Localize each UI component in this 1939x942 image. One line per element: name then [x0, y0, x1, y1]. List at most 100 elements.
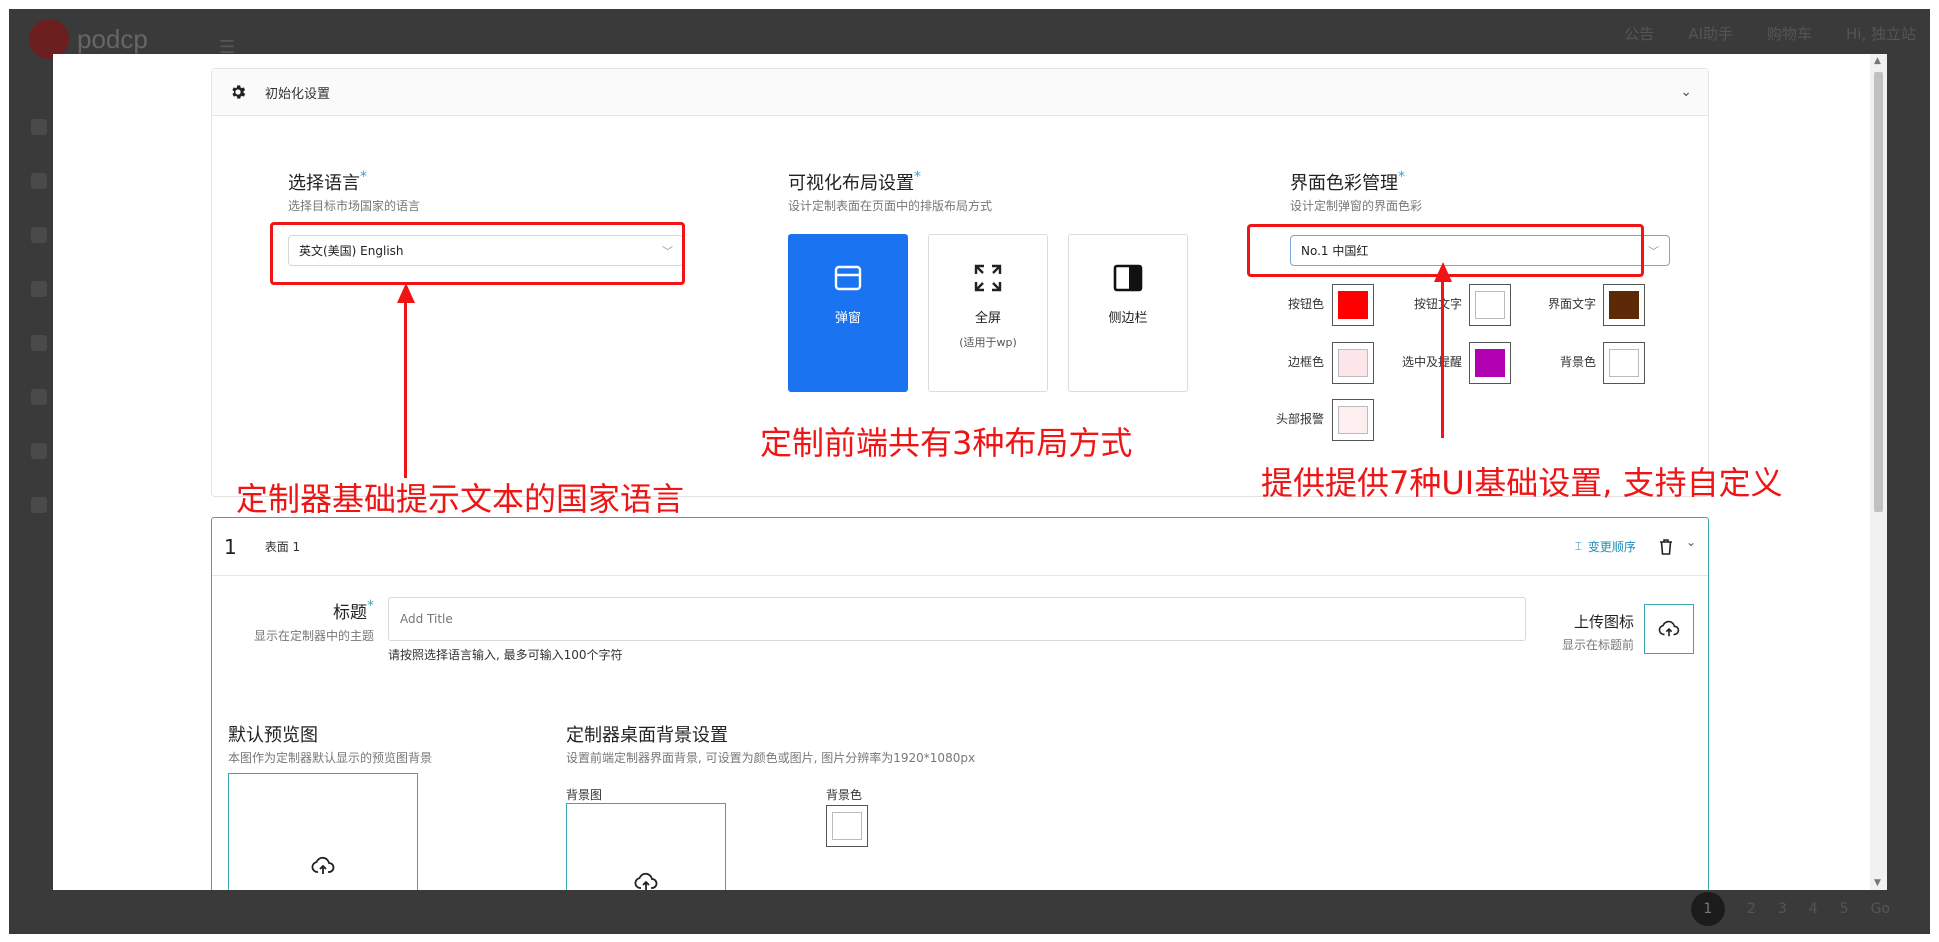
layout-option-fullscreen[interactable]: 全屏 (适用于wp)	[928, 234, 1048, 392]
reorder-button[interactable]: ⌶ 变更顺序	[1575, 538, 1636, 555]
window-icon	[834, 263, 862, 293]
layout-option-label: 侧边栏	[1108, 311, 1148, 326]
scroll-up-icon[interactable]: ▲	[1874, 56, 1881, 66]
page-5: 5	[1839, 901, 1849, 917]
page-2: 2	[1746, 901, 1756, 917]
language-title: 选择语言*	[288, 169, 367, 195]
color-label: 界面文字	[1547, 297, 1596, 311]
chevron-down-icon[interactable]: ⌄	[1680, 84, 1692, 100]
title-field-label: 标题* 显示在定制器中的主题	[224, 598, 374, 644]
border-color-swatch[interactable]	[1332, 342, 1374, 384]
layout-title: 可视化布局设置*	[788, 169, 921, 195]
interface-text-color-swatch[interactable]	[1603, 284, 1645, 326]
surface-header: 1 表面 1 ⌶ 变更顺序 ⌄	[212, 518, 1708, 576]
chevron-down-icon: ﹀	[1648, 244, 1659, 258]
swatch-fill	[1609, 349, 1639, 377]
title-input[interactable]	[388, 597, 1526, 641]
annotation-arrow-line	[404, 300, 407, 478]
annotation-arrow-line	[1441, 278, 1444, 438]
logo-text: podcp	[77, 23, 148, 54]
language-subtitle: 选择目标市场国家的语言	[288, 199, 421, 213]
sidebar-icon	[31, 281, 47, 297]
title-label-text: 标题	[333, 603, 367, 623]
reorder-icon: ⌶	[1574, 539, 1582, 553]
bg-color-swatch[interactable]	[826, 805, 868, 847]
reorder-label: 变更顺序	[1587, 540, 1636, 554]
upload-icon-sub: 显示在标题前	[1561, 638, 1634, 652]
topnav-ai-assistant: AI助手	[1688, 25, 1733, 43]
color-label: 背景色	[1559, 355, 1596, 369]
topnav-cart: 购物车	[1767, 25, 1813, 43]
color-subtitle: 设计定制弹窗的界面色彩	[1290, 199, 1423, 213]
sidebar-icon	[31, 497, 47, 513]
sidebar-icon	[31, 119, 47, 135]
layout-title-text: 可视化布局设置	[788, 173, 914, 194]
sidebar-icon	[31, 335, 47, 351]
cloud-upload-icon	[1658, 620, 1680, 637]
required-mark: *	[914, 169, 921, 185]
selected-color-swatch[interactable]	[1469, 342, 1511, 384]
scroll-down-icon[interactable]: ▼	[1874, 878, 1881, 888]
upload-icon-button[interactable]	[1644, 604, 1694, 654]
layout-option-popup[interactable]: 弹窗	[788, 234, 908, 392]
gear-icon	[228, 82, 248, 102]
background-color-swatch[interactable]	[1603, 342, 1645, 384]
button-text-color-swatch[interactable]	[1469, 284, 1511, 326]
surface-number: 1	[224, 534, 237, 559]
color-label: 头部报警	[1275, 412, 1324, 426]
default-preview-sub: 本图作为定制器默认显示的预览图背景	[228, 751, 433, 765]
color-title-text: 界面色彩管理	[1290, 173, 1398, 194]
color-title: 界面色彩管理*	[1290, 169, 1405, 195]
desktop-bg-title: 定制器桌面背景设置	[566, 725, 728, 746]
bg-pagination: 1 2 3 4 5 Go	[1690, 892, 1890, 926]
color-label: 按钮色	[1287, 297, 1324, 311]
upload-icon-label: 上传图标 显示在标题前	[1542, 611, 1634, 653]
desktop-bg-sub: 设置前端定制器界面背景, 可设置为颜色或图片, 图片分辨率为1920*1080p…	[566, 751, 976, 765]
bg-image-upload[interactable]	[566, 803, 726, 890]
upload-icon-title: 上传图标	[1573, 613, 1634, 631]
layout-option-sidebar[interactable]: 侧边栏	[1068, 234, 1188, 392]
annotation-box-language	[270, 222, 685, 285]
swatch-fill	[1475, 349, 1505, 377]
cloud-upload-icon	[311, 856, 335, 874]
topnav-announcement: 公告	[1624, 25, 1655, 43]
default-preview-upload[interactable]	[228, 773, 418, 890]
cloud-upload-icon	[634, 872, 658, 890]
sidebar-icon	[31, 227, 47, 243]
page-4: 4	[1808, 901, 1818, 917]
title-hint: 请按照选择语言输入, 最多可输入100个字符	[388, 648, 623, 662]
fullscreen-icon	[973, 263, 1003, 293]
swatch-fill	[1338, 291, 1368, 319]
required-mark: *	[1398, 169, 1405, 185]
modal-scrollbar[interactable]: ▲ ▼	[1870, 54, 1887, 890]
title-sub: 显示在定制器中的主题	[253, 629, 374, 643]
surface-card: 1 表面 1 ⌶ 变更顺序 ⌄ 标题* 显示在定制器中的主题 请按照选择语言输入…	[211, 517, 1709, 890]
app-logo: podcp	[29, 19, 148, 59]
header-alert-color-swatch[interactable]	[1332, 399, 1374, 441]
swatch-fill	[832, 812, 862, 840]
swatch-fill	[1475, 291, 1505, 319]
bg-sidebar	[31, 119, 47, 513]
trash-icon[interactable]	[1658, 538, 1674, 556]
surface-name: 表面 1	[264, 540, 301, 554]
init-settings-header[interactable]: 初始化设置 ⌄	[212, 69, 1708, 116]
button-color-swatch[interactable]	[1332, 284, 1374, 326]
layout-option-label: 全屏	[974, 311, 1001, 326]
sidebar-icon	[31, 389, 47, 405]
bg-color-label: 背景色	[826, 788, 863, 802]
topnav-user: Hi, 独立站	[1846, 25, 1916, 43]
sidebar-layout-icon	[1113, 263, 1143, 293]
color-label: 选中及提醒	[1401, 355, 1462, 369]
sidebar-icon	[31, 173, 47, 189]
color-label: 按钮文字	[1413, 297, 1462, 311]
page-go: Go	[1870, 901, 1890, 917]
language-title-text: 选择语言	[288, 173, 360, 194]
default-preview-title: 默认预览图	[228, 725, 318, 746]
swatch-fill	[1338, 349, 1368, 377]
scrollbar-thumb[interactable]	[1874, 72, 1883, 512]
layout-option-sublabel: (适用于wp)	[959, 336, 1017, 349]
swatch-fill	[1338, 406, 1368, 434]
page-3: 3	[1777, 901, 1787, 917]
chevron-down-icon[interactable]: ⌄	[1686, 535, 1696, 549]
required-mark: *	[360, 169, 367, 185]
